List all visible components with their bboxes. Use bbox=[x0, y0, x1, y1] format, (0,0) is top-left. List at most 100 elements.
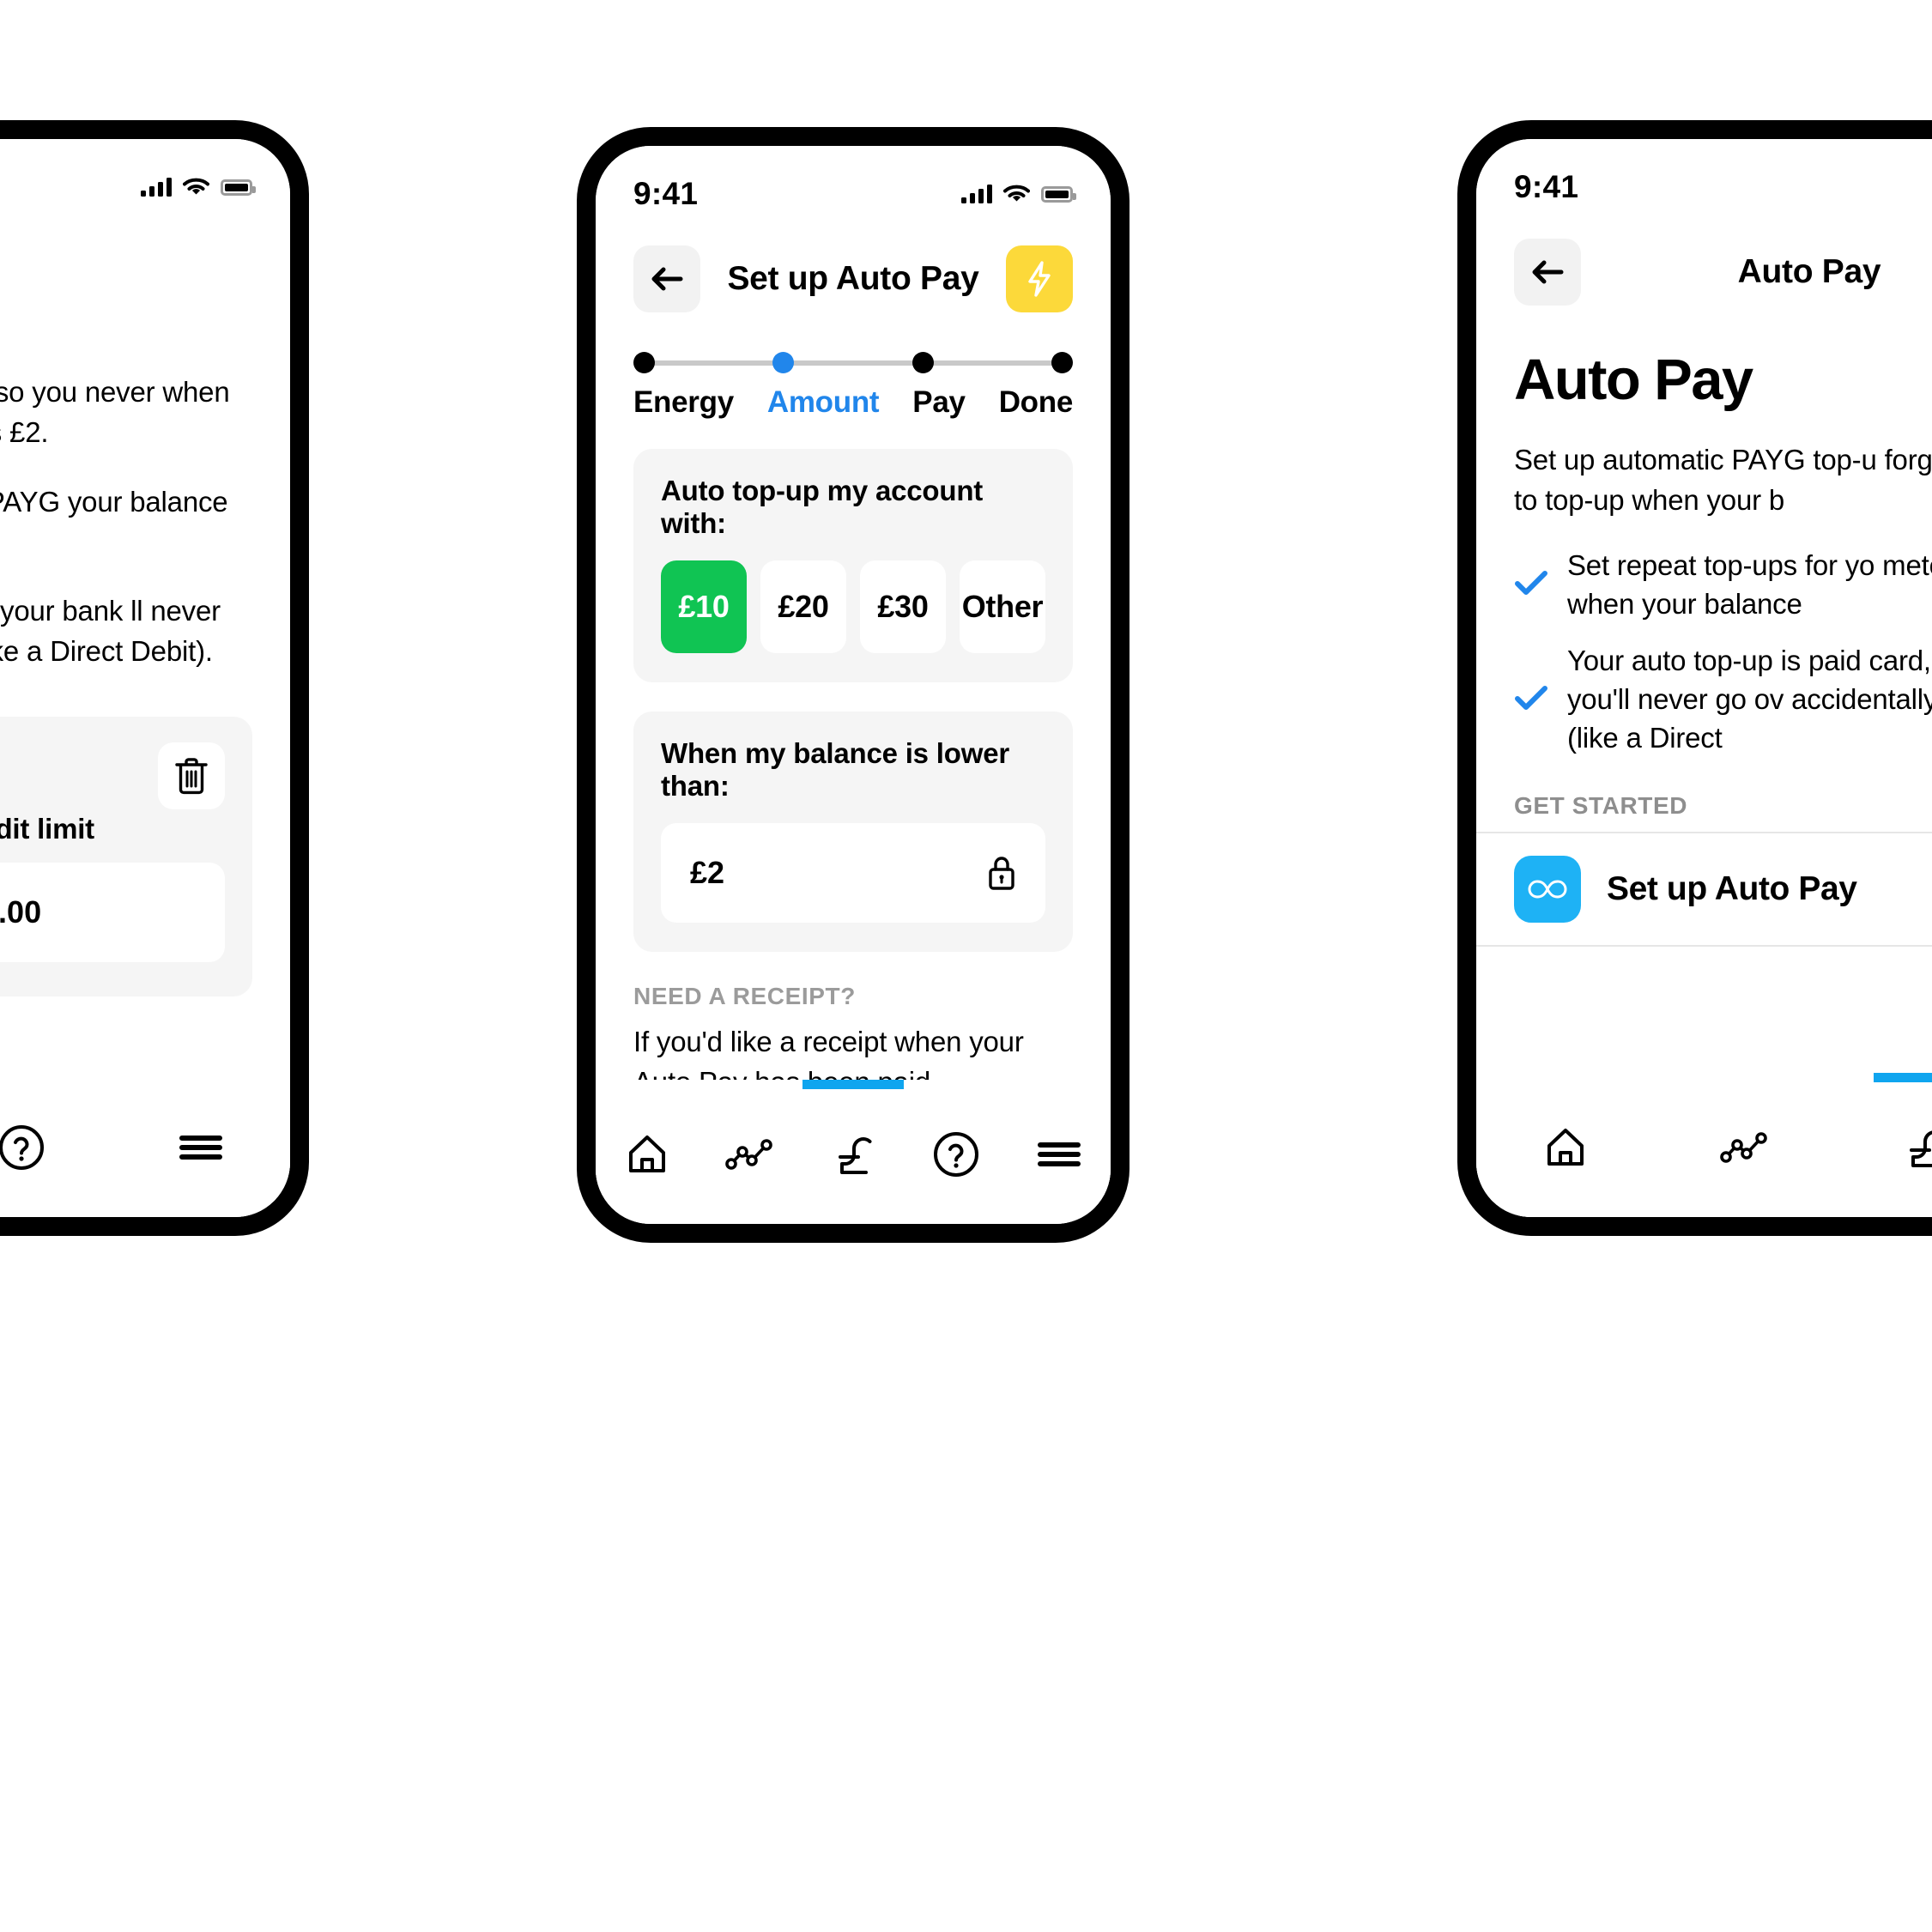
left-paragraph-1: c PAYG top-ups so you never when your ba… bbox=[0, 376, 230, 448]
signal-bars-icon bbox=[141, 178, 172, 197]
amount-options: £10 £20 £30 Other bbox=[661, 560, 1045, 653]
threshold-field[interactable]: £2 bbox=[661, 823, 1045, 923]
stepper-labels: Energy Amount Pay Done bbox=[633, 385, 1073, 420]
receipt-kicker: NEED A RECEIPT? bbox=[633, 983, 856, 1009]
right-page-title: Auto Pay bbox=[1737, 253, 1881, 290]
back-button[interactable] bbox=[1514, 239, 1581, 306]
amount-card-title: Auto top-up my account with: bbox=[661, 475, 984, 539]
step-label-amount: Amount bbox=[766, 385, 880, 419]
benefit-text: Your auto top-up is paid card, so you'll… bbox=[1567, 645, 1932, 754]
home-icon bbox=[629, 1136, 665, 1172]
set-up-auto-pay-label: Set up Auto Pay bbox=[1607, 870, 1857, 908]
get-started-kicker: GET STARTED bbox=[1514, 792, 1688, 820]
right-tab-bar bbox=[1476, 1073, 1932, 1217]
stepper-line bbox=[644, 360, 1063, 366]
credit-limit-value: £2.00 bbox=[0, 894, 42, 930]
left-page-title: Auto Pay bbox=[0, 253, 290, 291]
hamburger-menu-icon bbox=[179, 1136, 222, 1160]
left-status-icons bbox=[141, 178, 256, 197]
step-dot-pay[interactable] bbox=[911, 352, 934, 373]
usage-chart-icon bbox=[1720, 1132, 1767, 1163]
tab-menu[interactable] bbox=[111, 1073, 290, 1217]
benefit-text: Set repeat top-ups for yo meter when you… bbox=[1567, 548, 1932, 620]
delete-button[interactable] bbox=[158, 742, 225, 810]
amount-option-other[interactable]: Other bbox=[960, 560, 1045, 653]
tab-help[interactable] bbox=[905, 1080, 1008, 1224]
usage-chart-icon bbox=[725, 1139, 772, 1170]
tab-help[interactable] bbox=[0, 1073, 111, 1217]
credit-limit-label: Credit limit bbox=[0, 813, 94, 845]
balance-threshold-card: When my balance is lower than: £2 bbox=[633, 712, 1073, 952]
right-nav-bar: Auto Pay bbox=[1476, 213, 1932, 309]
battery-icon bbox=[221, 179, 256, 196]
wifi-icon bbox=[183, 178, 209, 194]
battery-icon bbox=[1041, 185, 1076, 203]
right-screen: 9:41 Auto Pay Auto Pay Set up automatic … bbox=[1476, 139, 1932, 1217]
auto-topup-amount-card: Auto top-up my account with: £10 £20 £30… bbox=[633, 449, 1073, 682]
middle-tab-bar bbox=[596, 1080, 1111, 1224]
tab-pound[interactable] bbox=[1834, 1073, 1932, 1217]
left-credit-limit-card: Credit limit £2.00 bbox=[0, 717, 252, 997]
step-label-done: Done bbox=[998, 385, 1074, 419]
home-icon bbox=[1547, 1129, 1584, 1166]
left-screen: Auto Pay c PAYG top-ups so you never whe… bbox=[0, 139, 290, 1217]
tab-home[interactable] bbox=[1476, 1073, 1656, 1217]
list-item: Set repeat top-ups for yo meter when you… bbox=[1514, 547, 1932, 624]
trash-icon bbox=[175, 758, 208, 795]
lightning-action-button[interactable] bbox=[1006, 245, 1073, 312]
back-arrow-icon bbox=[1532, 260, 1564, 284]
status-clock: 9:41 bbox=[1514, 169, 1579, 204]
signal-bars-icon bbox=[961, 185, 992, 203]
left-paragraph-3: p-up is paid with your bank ll never go … bbox=[0, 595, 221, 668]
amount-option-20[interactable]: £20 bbox=[760, 560, 846, 653]
screenshot-canvas: Auto Pay c PAYG top-ups so you never whe… bbox=[0, 0, 1932, 1932]
status-clock: 9:41 bbox=[633, 176, 699, 211]
tab-usage[interactable] bbox=[1656, 1073, 1835, 1217]
tab-usage[interactable] bbox=[699, 1080, 802, 1224]
phone-left: Auto Pay c PAYG top-ups so you never whe… bbox=[0, 120, 309, 1236]
phone-right: 9:41 Auto Pay Auto Pay Set up automatic … bbox=[1457, 120, 1932, 1236]
threshold-value: £2 bbox=[690, 855, 725, 890]
active-tab-indicator bbox=[802, 1080, 904, 1089]
step-label-energy: Energy bbox=[633, 385, 734, 419]
help-circle-icon bbox=[934, 1132, 978, 1177]
lock-icon bbox=[989, 857, 1014, 890]
step-dot-done[interactable] bbox=[1051, 352, 1073, 373]
list-item: Your auto top-up is paid card, so you'll… bbox=[1514, 642, 1932, 758]
threshold-card-title: When my balance is lower than: bbox=[661, 737, 1009, 802]
active-tab-indicator bbox=[1873, 1073, 1932, 1082]
benefits-list: Set repeat top-ups for yo meter when you… bbox=[1476, 521, 1932, 758]
setup-stepper: Energy Amount Pay Done bbox=[596, 316, 1111, 420]
tab-menu[interactable] bbox=[1008, 1080, 1111, 1224]
middle-nav-bar: Set up Auto Pay bbox=[596, 220, 1111, 316]
amount-option-10[interactable]: £10 bbox=[661, 560, 747, 653]
step-dot-amount[interactable] bbox=[772, 352, 795, 373]
middle-status-bar: 9:41 bbox=[596, 146, 1111, 220]
help-circle-icon bbox=[0, 1125, 44, 1170]
right-status-bar: 9:41 bbox=[1476, 139, 1932, 213]
tab-home[interactable] bbox=[596, 1080, 699, 1224]
infinity-icon bbox=[1528, 880, 1567, 899]
check-icon bbox=[1514, 569, 1548, 601]
left-status-bar bbox=[0, 139, 290, 213]
left-nav-bar: Auto Pay bbox=[0, 213, 290, 309]
stepper-track bbox=[633, 352, 1073, 373]
back-arrow-icon bbox=[651, 267, 683, 291]
credit-limit-value-field[interactable]: £2.00 bbox=[0, 863, 225, 963]
right-heading: Auto Pay bbox=[1514, 348, 1753, 412]
amount-option-30[interactable]: £30 bbox=[860, 560, 946, 653]
back-button[interactable] bbox=[633, 245, 700, 312]
set-up-auto-pay-row[interactable]: Set up Auto Pay bbox=[1476, 832, 1932, 948]
hamburger-menu-icon bbox=[1038, 1142, 1081, 1166]
step-dot-energy[interactable] bbox=[633, 352, 655, 373]
left-tab-bar bbox=[0, 1073, 290, 1217]
check-icon bbox=[1514, 684, 1548, 716]
left-paragraph-2: op-ups for your PAYG your balance reache… bbox=[0, 485, 228, 518]
infinity-tile bbox=[1514, 856, 1581, 924]
middle-screen: 9:41 Set up Auto Pay Energy Amount Pay D… bbox=[596, 146, 1111, 1224]
wifi-icon bbox=[1003, 185, 1030, 201]
tab-pound[interactable] bbox=[802, 1080, 905, 1224]
middle-status-icons bbox=[961, 185, 1076, 204]
phone-middle: 9:41 Set up Auto Pay Energy Amount Pay D… bbox=[577, 127, 1130, 1243]
